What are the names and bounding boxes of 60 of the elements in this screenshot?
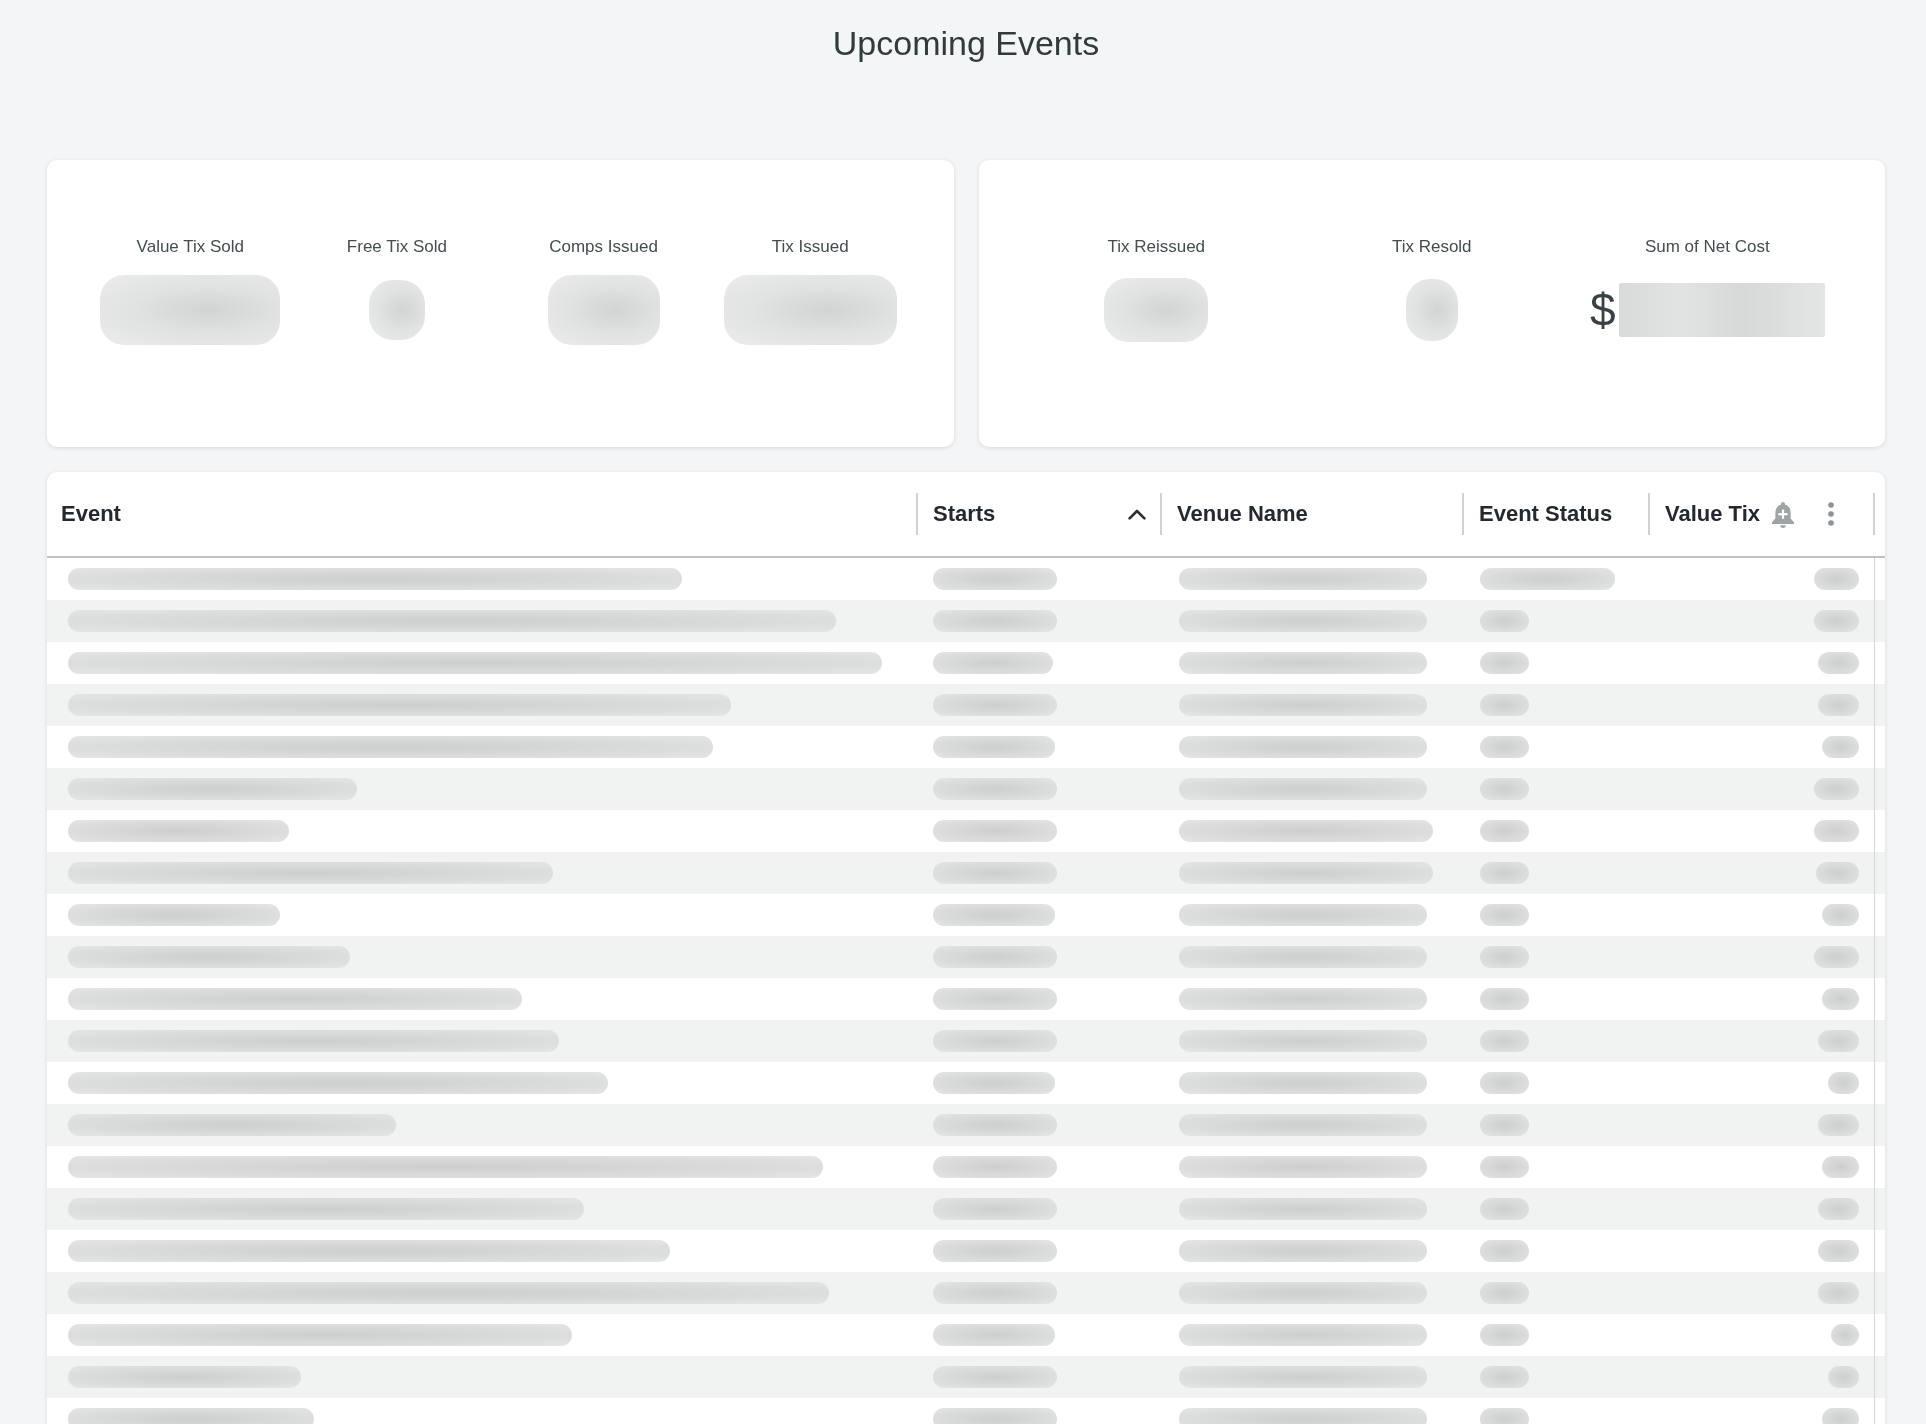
blurred-text — [1828, 1366, 1859, 1388]
column-header[interactable]: Event — [61, 500, 121, 528]
column-header[interactable]: Value Tix — [1665, 500, 1760, 528]
blurred-text — [1480, 778, 1529, 800]
blurred-text — [1818, 652, 1859, 674]
blurred-text — [1822, 904, 1859, 926]
blurred-text — [1480, 694, 1529, 716]
blurred-text — [1814, 568, 1859, 590]
blurred-text — [1822, 736, 1859, 758]
blurred-text — [1831, 1324, 1859, 1346]
blurred-text — [1480, 988, 1529, 1010]
stat-label: Sum of Net Cost — [1644, 236, 1770, 258]
blurred-text — [1480, 1324, 1529, 1346]
blurred-text — [1480, 1198, 1529, 1220]
blurred-text — [1822, 988, 1859, 1010]
blurred-text — [1480, 946, 1529, 968]
bell-plus-icon[interactable] — [1771, 500, 1795, 528]
stat-label: Free Tix Sold — [346, 236, 447, 258]
stat-label: Value Tix Sold — [136, 236, 244, 258]
blurred-text — [1480, 1114, 1529, 1136]
column-header[interactable]: Event Status — [1479, 500, 1613, 528]
caret-up-icon[interactable] — [1128, 508, 1146, 520]
blurred-text — [1480, 1240, 1529, 1262]
blurred-text — [1480, 1072, 1529, 1094]
blurred-value — [1405, 279, 1458, 341]
blurred-text — [1480, 1366, 1529, 1388]
blurred-text — [1828, 1072, 1859, 1094]
blurred-text — [1480, 820, 1529, 842]
blurred-text — [1480, 1156, 1529, 1178]
blurred-text — [1480, 736, 1529, 758]
blurred-value — [368, 280, 425, 340]
blurred-text — [1818, 1198, 1859, 1220]
blurred-text — [1814, 946, 1859, 968]
blurred-text — [1480, 1282, 1529, 1304]
column-header[interactable]: Starts — [933, 500, 996, 528]
blurred-text — [1822, 1408, 1859, 1424]
stat-label: Comps Issued — [549, 236, 658, 258]
blurred-text — [1480, 1030, 1529, 1052]
page-title: Upcoming Events — [832, 23, 1100, 63]
blurred-text — [1814, 820, 1859, 842]
more-menu-icon[interactable] — [1828, 502, 1834, 526]
blurred-text — [1814, 778, 1859, 800]
stat-label: Tix Issued — [771, 236, 849, 258]
column-header[interactable]: Venue Name — [1177, 500, 1308, 528]
blurred-text — [1814, 610, 1859, 632]
currency-symbol: $ — [1589, 283, 1616, 337]
blurred-text — [1816, 862, 1859, 884]
blurred-text — [1480, 610, 1529, 632]
blurred-text — [1480, 904, 1529, 926]
blurred-text — [1480, 862, 1529, 884]
blurred-text — [1480, 1408, 1529, 1424]
blurred-text — [1818, 1282, 1859, 1304]
blurred-text — [1480, 652, 1529, 674]
stat-label: Tix Resold — [1391, 236, 1472, 258]
stat-label: Tix Reissued — [1107, 236, 1206, 258]
blurred-text — [1818, 1030, 1859, 1052]
blurred-text — [1818, 1240, 1859, 1262]
blurred-text — [1822, 1156, 1859, 1178]
blurred-text — [1818, 1114, 1859, 1136]
blurred-text — [1818, 694, 1859, 716]
